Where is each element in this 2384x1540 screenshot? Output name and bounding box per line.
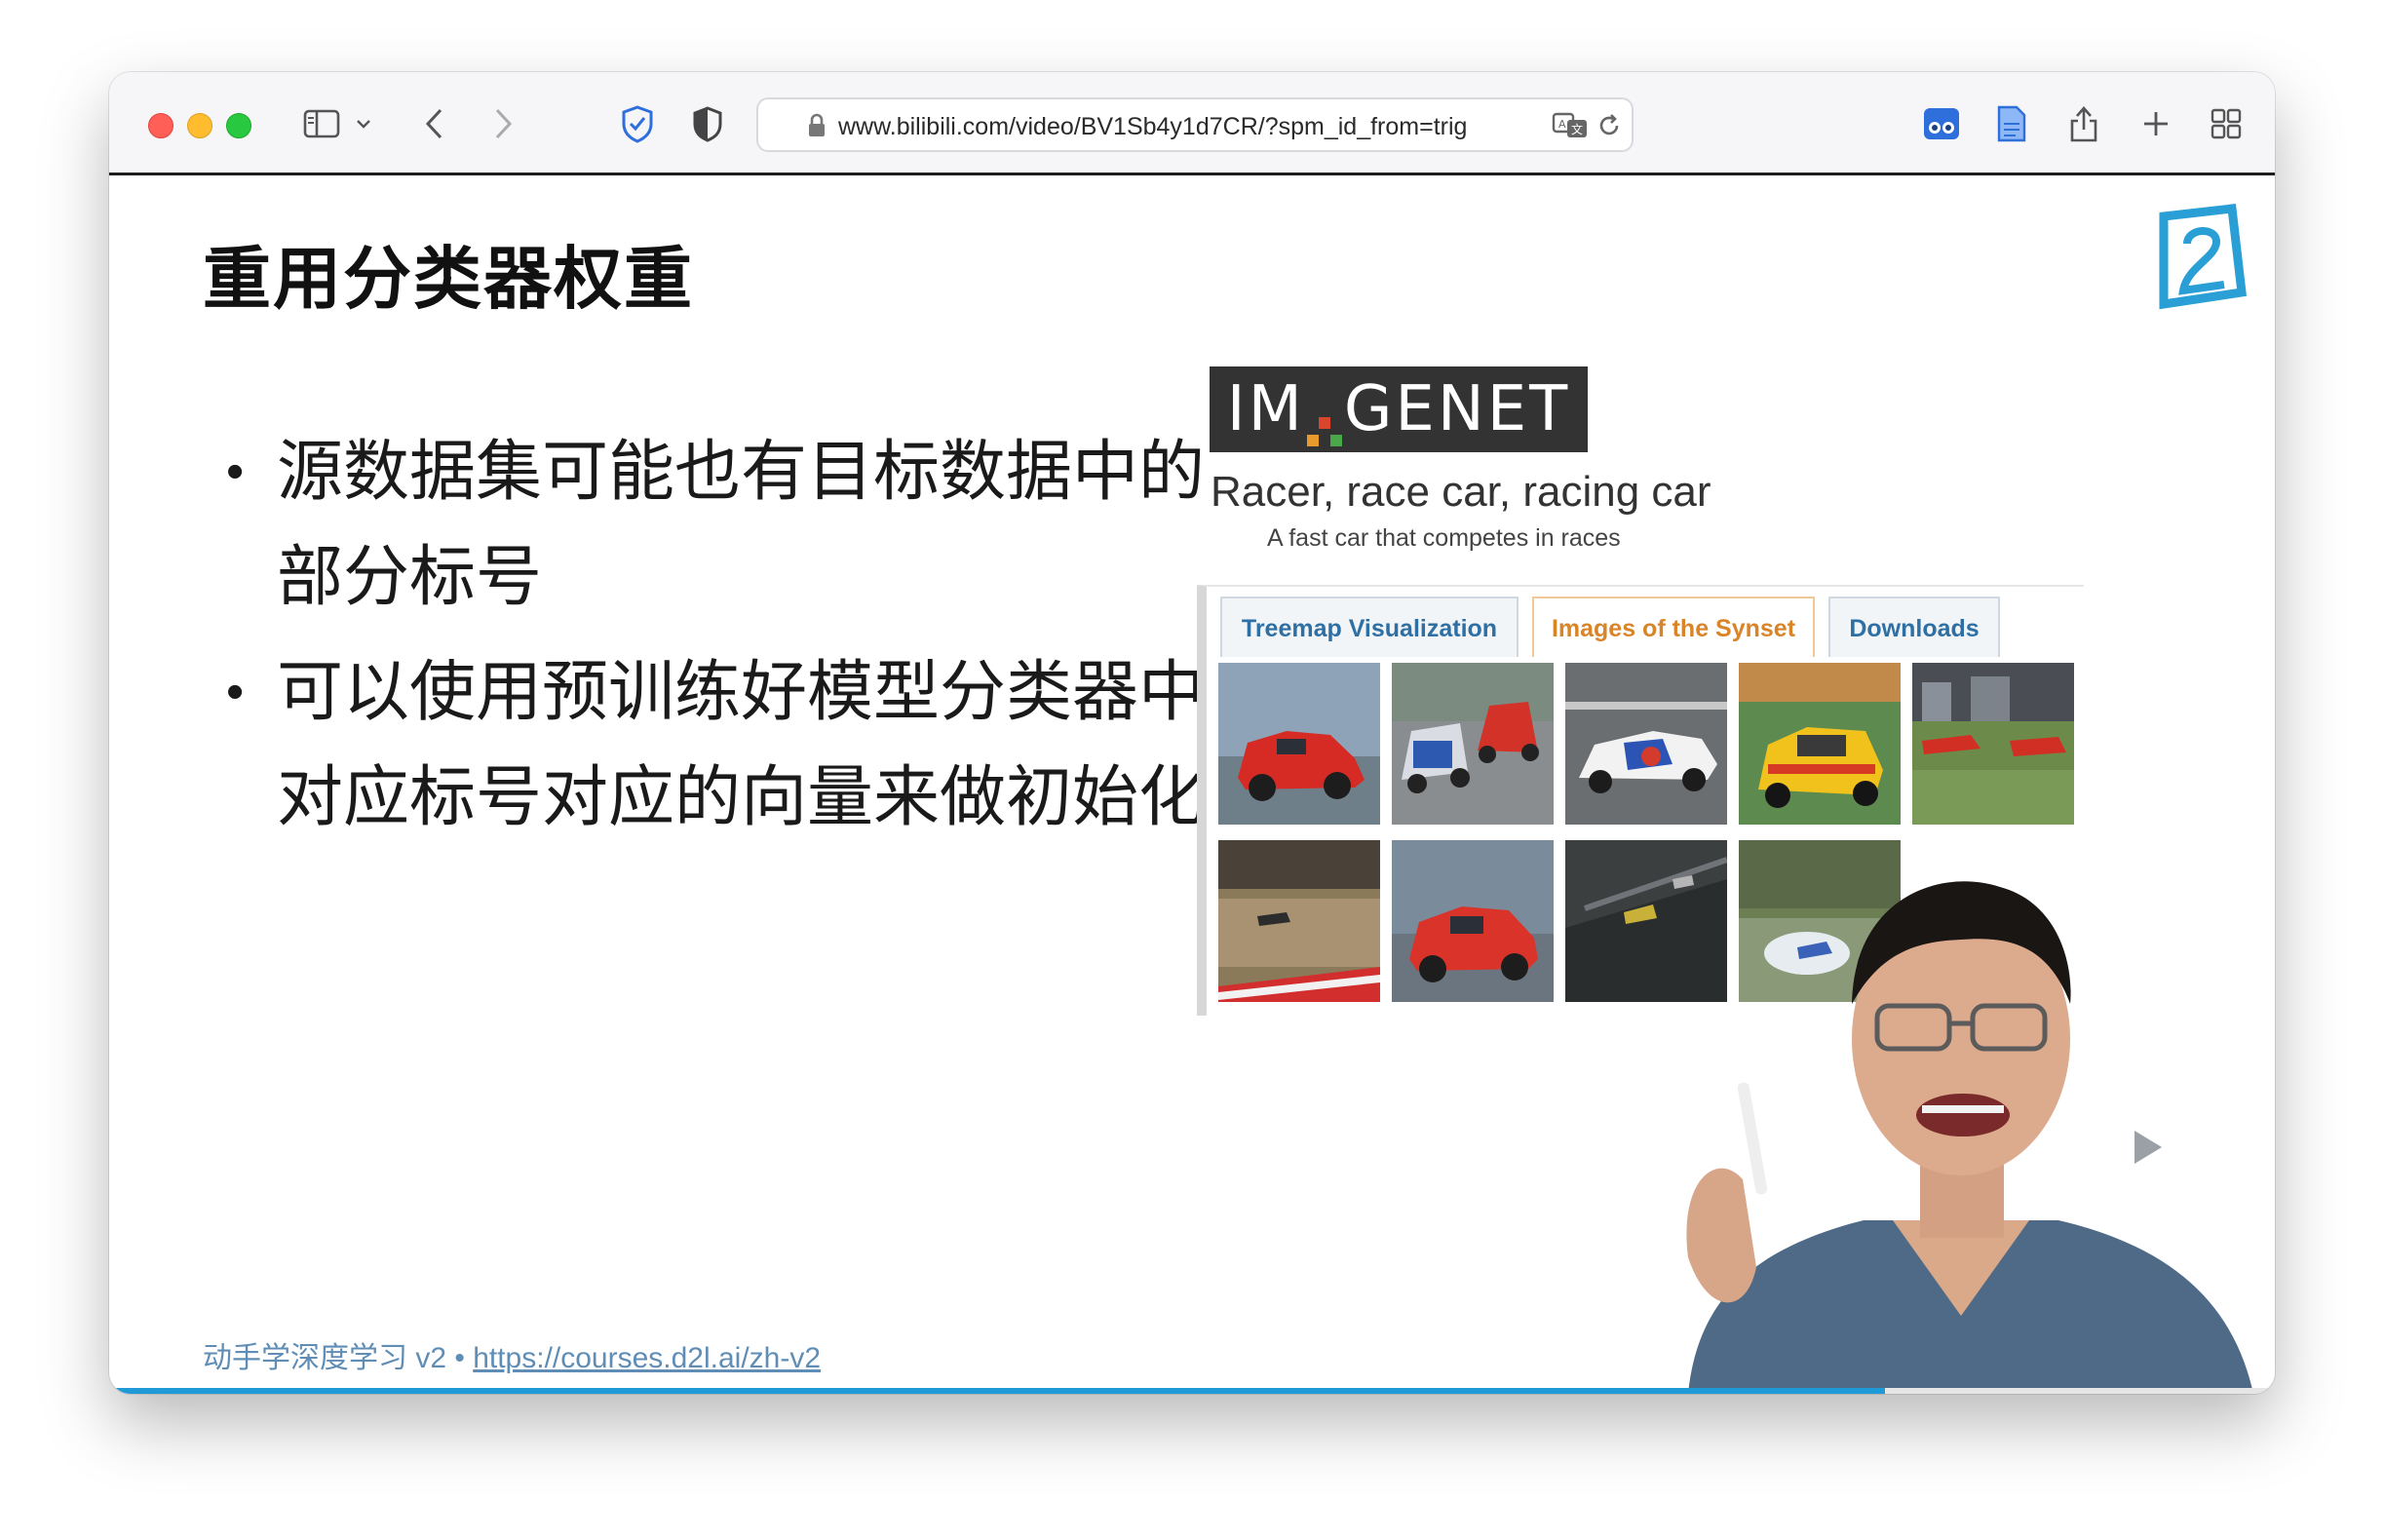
tab-overview-icon[interactable]: [2207, 103, 2246, 144]
video-progress-bar[interactable]: [109, 1388, 2275, 1394]
minimize-window-button[interactable]: [187, 113, 212, 138]
logo-text-left: IM: [1226, 373, 1305, 445]
race-car-thumbnail: [1565, 663, 1727, 825]
lock-icon: [807, 113, 827, 143]
browser-toolbar: www.bilibili.com/video/BV1Sb4y1d7CR/?spm…: [109, 72, 2275, 175]
sidebar-icon[interactable]: [300, 103, 343, 144]
close-window-button[interactable]: [148, 113, 173, 138]
race-car-thumbnail: [1912, 663, 2074, 825]
zoom-window-button[interactable]: [226, 113, 251, 138]
bullet-item: 源数据集可能也有目标数据中的部分标号: [226, 419, 1211, 630]
race-car-thumbnail: [1218, 840, 1380, 1002]
shield-check-icon[interactable]: [618, 103, 657, 144]
url-text: www.bilibili.com/video/BV1Sb4y1d7CR/?spm…: [838, 113, 1468, 140]
reload-icon[interactable]: [1596, 113, 1622, 143]
bullet-item: 可以使用预训练好模型分类器中对应标号对应的向量来做初始化: [226, 639, 1211, 850]
bullet-list: 源数据集可能也有目标数据中的部分标号 可以使用预训练好模型分类器中对应标号对应的…: [226, 419, 1211, 860]
play-icon[interactable]: [2090, 1088, 2197, 1200]
bilibili-watermark-icon: [2136, 199, 2253, 321]
video-progress-fill: [109, 1388, 1886, 1394]
tab-downloads: Downloads: [1828, 597, 2000, 657]
svg-text:文: 文: [1571, 122, 1583, 136]
tab-treemap: Treemap Visualization: [1220, 597, 1519, 657]
race-car-thumbnail: [1739, 663, 1901, 825]
browser-window: www.bilibili.com/video/BV1Sb4y1d7CR/?spm…: [109, 72, 2275, 1394]
share-icon[interactable]: [2064, 103, 2103, 144]
new-tab-icon[interactable]: [2136, 103, 2175, 144]
translate-icon[interactable]: A文: [1552, 111, 1591, 145]
address-bar[interactable]: www.bilibili.com/video/BV1Sb4y1d7CR/?spm…: [756, 97, 1634, 152]
slide-title: 重用分类器权重: [203, 241, 694, 317]
tab-images-of-synset: Images of the Synset: [1532, 597, 1815, 657]
race-car-thumbnail: [1218, 663, 1380, 825]
extension-icon[interactable]: [1920, 103, 1963, 144]
race-car-thumbnail: [1392, 840, 1554, 1002]
slide-footer: 动手学深度学习 v2 • https://courses.d2l.ai/zh-v…: [203, 1333, 821, 1376]
back-icon[interactable]: [419, 103, 450, 144]
imagenet-tree-icon: [1305, 387, 1344, 447]
race-car-thumbnail: [1392, 663, 1554, 825]
privacy-shield-icon[interactable]: [688, 103, 727, 144]
footer-text: 动手学深度学习 v2 •: [203, 1342, 474, 1374]
synset-title: Racer, race car, racing car: [1211, 468, 1711, 516]
chevron-down-icon[interactable]: [353, 103, 374, 144]
svg-text:A: A: [1558, 118, 1566, 131]
forward-icon[interactable]: [487, 103, 519, 144]
video-slide[interactable]: 重用分类器权重 源数据集可能也有目标数据中的部分标号 可以使用预训练好模型分类器…: [109, 175, 2275, 1394]
reader-icon[interactable]: [1992, 103, 2031, 144]
logo-text-right: GENET: [1343, 373, 1571, 445]
imagenet-logo: IM GENET: [1210, 366, 1588, 452]
synset-subtitle: A fast car that competes in races: [1267, 524, 1621, 552]
course-link[interactable]: https://courses.d2l.ai/zh-v2: [473, 1342, 821, 1374]
